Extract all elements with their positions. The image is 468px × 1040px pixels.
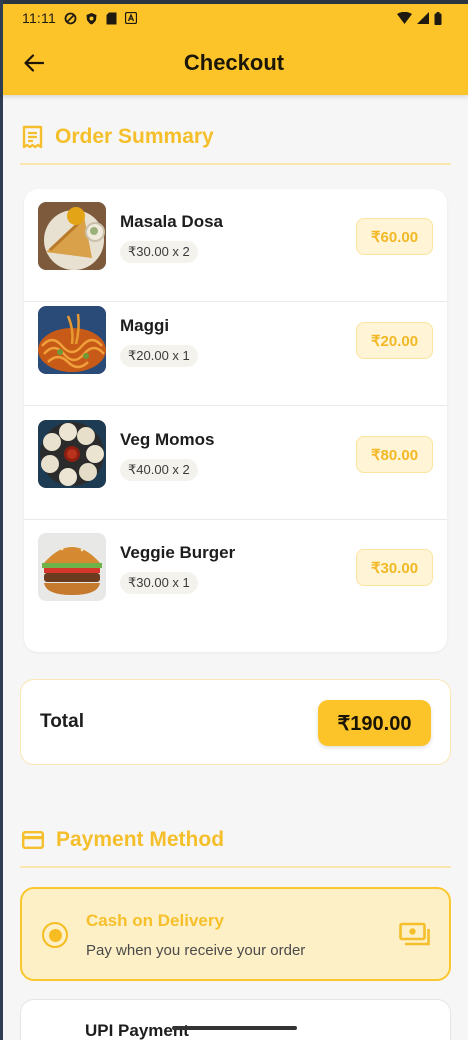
- notification-a-icon: [124, 12, 137, 24]
- wifi-icon: [397, 12, 412, 24]
- item-qty: ₹40.00 x 2: [120, 459, 198, 481]
- item-image-veggie-burger: [38, 533, 106, 601]
- status-time: 11:11: [22, 10, 56, 26]
- cod-radio[interactable]: [42, 922, 68, 948]
- item-qty: ₹20.00 x 1: [120, 345, 198, 367]
- order-item: Masala Dosa ₹30.00 x 2 ₹60.00: [24, 189, 447, 302]
- order-summary-title: Order Summary: [55, 125, 214, 148]
- signal-icon: [417, 12, 429, 24]
- item-image-maggi: [38, 306, 106, 374]
- payment-option-upi[interactable]: UPI Payment: [20, 999, 451, 1040]
- order-summary-heading: Order Summary: [22, 125, 214, 149]
- item-qty: ₹30.00 x 1: [120, 572, 198, 594]
- item-name: Maggi: [120, 316, 170, 335]
- cod-subtitle: Pay when you receive your order: [86, 942, 306, 959]
- home-indicator[interactable]: [172, 1026, 297, 1030]
- item-name: Veg Momos: [120, 430, 215, 449]
- item-total: ₹30.00: [356, 549, 433, 586]
- upi-title: UPI Payment: [85, 1021, 189, 1040]
- app-bar: 11:11 Checkout: [0, 0, 468, 95]
- payment-method-title: Payment Method: [56, 828, 225, 851]
- order-item: Veggie Burger ₹30.00 x 1 ₹30.00: [24, 520, 447, 633]
- battery-icon: [434, 11, 442, 25]
- order-item: Maggi ₹20.00 x 1 ₹20.00: [24, 293, 447, 406]
- total-label: Total: [40, 711, 84, 732]
- item-image-veg-momos: [38, 420, 106, 488]
- total-card: Total ₹190.00: [20, 679, 451, 765]
- total-amount-badge: ₹190.00: [318, 700, 431, 746]
- payment-method-divider: [20, 866, 451, 868]
- page-title: Checkout: [183, 50, 285, 75]
- credit-card-icon: [22, 831, 44, 849]
- payment-option-cod[interactable]: Cash on Delivery Pay when you receive yo…: [20, 887, 451, 981]
- status-bar: 11:11: [22, 8, 442, 28]
- item-qty: ₹30.00 x 2: [120, 241, 198, 263]
- item-total: ₹60.00: [356, 218, 433, 255]
- shield-icon: [86, 12, 97, 24]
- window-top-edge: [0, 0, 468, 4]
- window-left-edge: [0, 0, 3, 1040]
- order-items-card: Masala Dosa ₹30.00 x 2 ₹60.00 Maggi ₹20.…: [24, 189, 447, 652]
- order-item: Veg Momos ₹40.00 x 2 ₹80.00: [24, 407, 447, 520]
- cash-icon: [399, 922, 430, 946]
- cod-title: Cash on Delivery: [86, 911, 224, 930]
- item-name: Veggie Burger: [120, 543, 236, 562]
- item-image-masala-dosa: [38, 202, 106, 270]
- vpn-icon: [64, 12, 77, 24]
- payment-method-heading: Payment Method: [22, 828, 224, 852]
- item-name: Masala Dosa: [120, 212, 223, 231]
- sd-card-icon: [106, 12, 117, 24]
- item-total: ₹80.00: [356, 436, 433, 473]
- order-summary-divider: [20, 163, 451, 165]
- item-total: ₹20.00: [356, 322, 433, 359]
- receipt-icon: [22, 125, 43, 149]
- item-divider: [24, 405, 447, 406]
